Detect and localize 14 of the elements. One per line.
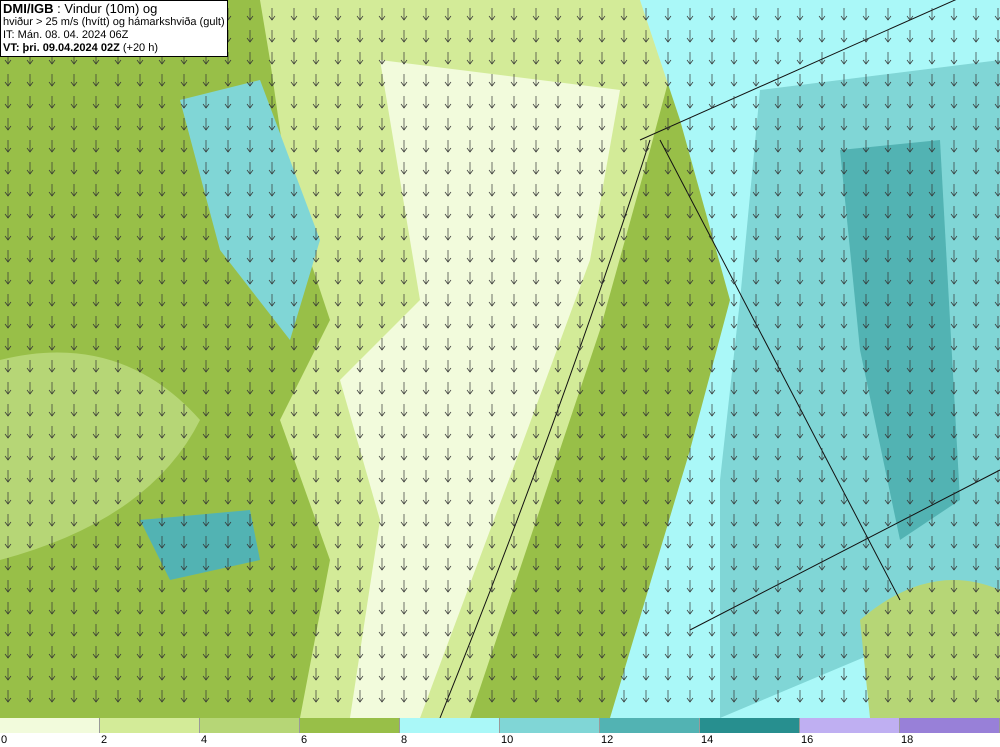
legend-label: 2	[100, 733, 108, 747]
legend-label: 12	[600, 733, 614, 747]
legend-label: 0	[0, 733, 8, 747]
info-text: IT: Mán. 08. 04. 2024 06Z	[3, 29, 130, 42]
legend-label: 10	[500, 733, 514, 747]
legend-label: 18	[900, 733, 914, 747]
legend-label: 8	[400, 733, 408, 747]
legend-label: 16	[800, 733, 814, 747]
legend-label: 14	[700, 733, 714, 747]
legend-label: 6	[300, 733, 308, 747]
legend-label: 4	[200, 733, 208, 747]
info-text: VT: þri. 09.04.2024 02Z (+20 h)	[3, 42, 160, 55]
info-text: DMI/IGB : Vindur (10m) og	[3, 2, 158, 16]
info-text: hviður > 25 m/s (hvítt) og hámarkshviða (gult)	[3, 16, 225, 29]
